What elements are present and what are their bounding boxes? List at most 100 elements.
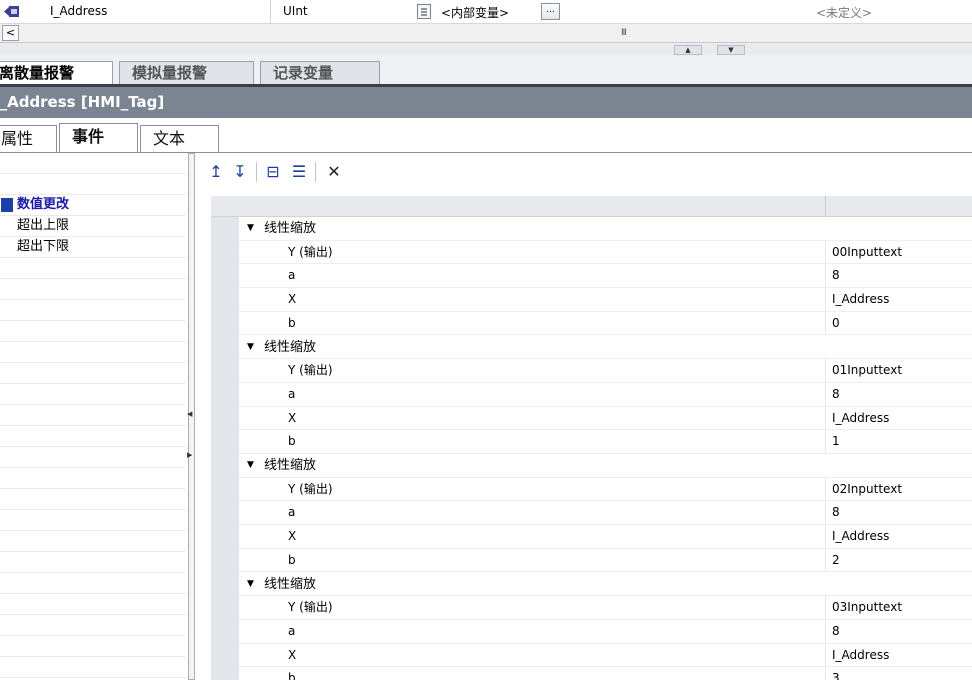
parameter-value[interactable]: 00Inputtext bbox=[832, 241, 902, 264]
scroll-thumb-grip[interactable]: III bbox=[621, 28, 627, 38]
event-high-limit-exceeded[interactable]: 超出上限 bbox=[0, 216, 186, 237]
parameter-row[interactable]: b0 bbox=[239, 311, 972, 336]
parameter-row[interactable]: a8 bbox=[239, 501, 972, 526]
column-divider bbox=[825, 382, 826, 406]
event-low-limit-exceeded[interactable]: 超出下限 bbox=[0, 237, 186, 258]
parameter-value[interactable]: 8 bbox=[832, 501, 840, 524]
parameter-value[interactable]: 8 bbox=[832, 620, 840, 643]
column-divider bbox=[825, 548, 826, 572]
parameter-row[interactable]: a8 bbox=[239, 619, 972, 644]
delete-icon[interactable]: ✕ bbox=[323, 161, 345, 183]
list-item bbox=[0, 258, 186, 279]
parameter-row[interactable]: Y (输出) 00Inputtext bbox=[239, 240, 972, 265]
list-item bbox=[0, 468, 186, 489]
parameter-label: a bbox=[288, 505, 296, 520]
column-divider bbox=[825, 311, 826, 335]
parameter-label: a bbox=[288, 268, 296, 283]
list-item bbox=[0, 447, 186, 468]
browse-button[interactable]: ... bbox=[541, 3, 560, 20]
expand-right-icon[interactable]: ▶ bbox=[187, 451, 192, 459]
collapse-arrow-icon[interactable]: ▼ bbox=[247, 336, 254, 359]
parameter-row[interactable]: a8 bbox=[239, 264, 972, 289]
list-item bbox=[0, 153, 186, 174]
parameter-row[interactable]: b1 bbox=[239, 430, 972, 454]
expand-icon[interactable]: ⊟ bbox=[262, 161, 284, 183]
parameter-row[interactable]: X I_Address bbox=[239, 643, 972, 668]
toolbar-separator bbox=[315, 162, 316, 182]
parameter-row[interactable]: Y (输出) 02Inputtext bbox=[239, 477, 972, 502]
column-divider bbox=[825, 619, 826, 643]
event-label: 超出上限 bbox=[17, 218, 70, 233]
move-up-icon[interactable]: ↥ bbox=[205, 161, 227, 183]
tab-properties[interactable]: 属性 bbox=[0, 125, 57, 153]
parameter-value[interactable]: 8 bbox=[832, 383, 840, 406]
row-gutter bbox=[211, 217, 239, 680]
parameter-row[interactable]: X I_Address bbox=[239, 406, 972, 431]
tab-events[interactable]: 事件 bbox=[59, 123, 138, 153]
splitter-down-arrow-icon[interactable]: ▼ bbox=[717, 45, 745, 55]
pane-divider[interactable]: ◀ ▶ bbox=[186, 153, 196, 680]
tab-texts[interactable]: 文本 bbox=[140, 125, 219, 153]
splitter-up-arrow-icon[interactable]: ▲ bbox=[674, 45, 702, 55]
scroll-left-button[interactable]: < bbox=[2, 25, 19, 41]
parameter-value[interactable]: 02Inputtext bbox=[832, 478, 902, 501]
parameter-value[interactable]: I_Address bbox=[832, 407, 889, 430]
acquisition-cell[interactable]: <未定义> bbox=[816, 4, 872, 21]
function-toolbar: ↥ ↧ ⊟ ☰ ✕ bbox=[196, 153, 972, 191]
parameter-row[interactable]: X I_Address bbox=[239, 288, 972, 312]
parameter-row[interactable]: b3 bbox=[239, 667, 972, 680]
parameter-row[interactable]: Y (输出) 03Inputtext bbox=[239, 596, 972, 620]
parameter-value[interactable]: 3 bbox=[832, 667, 840, 680]
function-row[interactable]: ▼ 线性缩放 bbox=[239, 217, 972, 241]
parameter-value[interactable]: 0 bbox=[832, 312, 840, 335]
parameter-label: b bbox=[288, 671, 296, 680]
column-divider bbox=[825, 501, 826, 525]
tab-analog-alarms[interactable]: 模拟量报警 bbox=[119, 61, 254, 86]
parameter-row[interactable]: a8 bbox=[239, 382, 972, 407]
list-item bbox=[0, 363, 186, 384]
parameter-value[interactable]: 2 bbox=[832, 549, 840, 572]
tab-discrete-alarms[interactable]: 离散量报警 bbox=[0, 61, 113, 86]
list-item bbox=[0, 636, 186, 657]
event-label: 超出下限 bbox=[17, 239, 70, 254]
parameter-value[interactable]: 03Inputtext bbox=[832, 596, 902, 619]
pane-splitter[interactable]: ▲ ▼ bbox=[0, 43, 972, 55]
parameter-row[interactable]: Y (输出) 01Inputtext bbox=[239, 359, 972, 383]
parameter-label: Y (输出) bbox=[288, 363, 333, 378]
connection-cell[interactable]: <内部变量> bbox=[441, 4, 509, 21]
parameter-row[interactable]: X I_Address bbox=[239, 525, 972, 549]
event-value-change[interactable]: 数值更改 bbox=[0, 195, 186, 216]
parameter-value[interactable]: 01Inputtext bbox=[832, 359, 902, 382]
parameter-label: b bbox=[288, 434, 296, 449]
function-row[interactable]: ▼ 线性缩放 bbox=[239, 336, 972, 360]
move-down-icon[interactable]: ↧ bbox=[229, 161, 251, 183]
collapse-icon[interactable]: ☰ bbox=[288, 161, 310, 183]
parameter-value[interactable]: I_Address bbox=[832, 525, 889, 548]
parameter-row[interactable]: b2 bbox=[239, 548, 972, 573]
parameter-value[interactable]: 8 bbox=[832, 264, 840, 287]
function-grid: ▼ 线性缩放 Y (输出) 00Inputtext a 8 X I_Address b 0 ▼ 线性缩… bbox=[211, 196, 972, 680]
function-row[interactable]: ▼ 线性缩放 bbox=[239, 573, 972, 597]
list-item bbox=[0, 174, 186, 195]
tag-table-row[interactable]: I_Address UInt <内部变量> ... <未定义> bbox=[0, 0, 972, 24]
data-type-cell[interactable]: UInt bbox=[283, 4, 308, 18]
collapse-left-icon[interactable]: ◀ bbox=[187, 410, 192, 418]
function-row[interactable]: ▼ 线性缩放 bbox=[239, 454, 972, 478]
list-item bbox=[0, 342, 186, 363]
horizontal-scrollbar[interactable]: < III bbox=[0, 24, 972, 43]
event-icon bbox=[1, 198, 13, 212]
parameter-value[interactable]: I_Address bbox=[832, 644, 889, 667]
parameter-label: a bbox=[288, 623, 296, 638]
parameter-value[interactable]: 1 bbox=[832, 430, 840, 453]
parameter-value[interactable]: I_Address bbox=[832, 288, 889, 311]
parameter-label: Y (输出) bbox=[288, 481, 333, 496]
collapse-arrow-icon[interactable]: ▼ bbox=[247, 573, 254, 596]
collapse-arrow-icon[interactable]: ▼ bbox=[247, 217, 254, 240]
tag-name-cell[interactable]: I_Address bbox=[50, 4, 107, 18]
list-item bbox=[0, 405, 186, 426]
tab-logging-tags[interactable]: 记录变量 bbox=[260, 61, 380, 86]
parameter-label: X bbox=[288, 292, 297, 307]
collapse-arrow-icon[interactable]: ▼ bbox=[247, 454, 254, 477]
function-name: 线性缩放 bbox=[264, 221, 317, 236]
list-item bbox=[0, 510, 186, 531]
